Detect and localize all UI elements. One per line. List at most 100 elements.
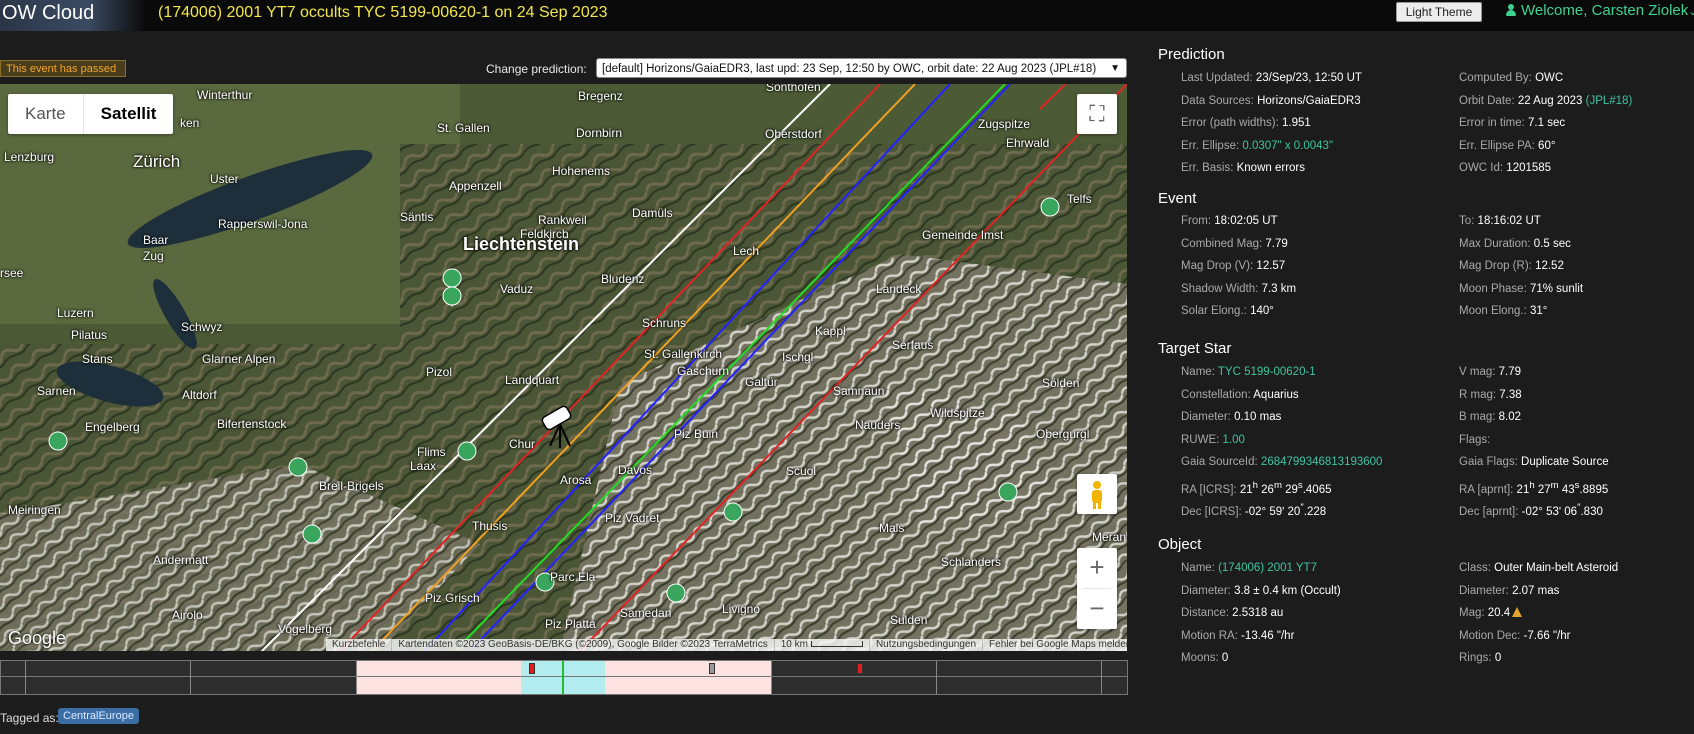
brand-logo[interactable]: OW Cloud	[0, 0, 146, 31]
ruwe-row: RUWE: 1.00	[1181, 434, 1245, 446]
google-logo: Google	[8, 628, 67, 648]
moons-row: Moons: 0	[1181, 652, 1229, 664]
map-label: Zug	[143, 249, 164, 263]
timeline-marker-red[interactable]	[529, 663, 535, 674]
owc-id-row: OWC Id: 1201585	[1459, 162, 1552, 174]
last-updated-row: Last Updated: 23/Sep/23, 12:50 UT	[1181, 72, 1362, 84]
map-label: Airolo	[172, 608, 203, 622]
map-label: Gaschurn	[677, 364, 730, 378]
map-label: Pizol	[426, 365, 453, 379]
gaia-source-link[interactable]: 2684799346813193600	[1261, 456, 1383, 468]
map-label: Uster	[210, 172, 239, 186]
map-label: Lech	[733, 244, 760, 258]
timeline-tick	[1101, 661, 1102, 694]
map-label: Nauders	[855, 418, 901, 432]
map-label: Meran	[1092, 530, 1127, 544]
map-label: Davos	[618, 463, 653, 477]
map-label: Vogelberg	[278, 622, 333, 636]
map-label: Zugspitze	[978, 117, 1031, 131]
keyboard-shortcuts-link[interactable]: Kurzbefehle	[326, 639, 391, 651]
map-label: Sulden	[890, 613, 928, 627]
map-label: Hohenems	[552, 164, 611, 178]
map-attribution: Kurzbefehle Kartendaten ©2023 GeoBasis-D…	[326, 639, 1127, 651]
zoom-out-button[interactable]: −	[1077, 589, 1117, 629]
report-error-link[interactable]: Fehler bei Google Maps melden	[982, 639, 1127, 651]
light-theme-button[interactable]: Light Theme	[1396, 2, 1482, 22]
rings-row: Rings: 0	[1459, 652, 1502, 664]
terms-link[interactable]: Nutzungsbedingungen	[868, 639, 982, 651]
map-label: Parc Ela	[550, 570, 596, 584]
object-diameter-row: Diameter: 3.8 ± 0.4 km (Occult)	[1181, 585, 1341, 597]
star-name-link[interactable]: TYC 5199-00620-1	[1218, 366, 1316, 378]
bmag-row: B mag: 8.02	[1459, 411, 1522, 423]
map-label: Luzern	[57, 306, 94, 320]
object-name-link[interactable]: (174006) 2001 YT7	[1218, 562, 1317, 574]
zoom-in-button[interactable]: +	[1077, 548, 1117, 588]
map-label: Flims	[417, 445, 446, 459]
shadow-width-row: Shadow Width: 7.3 km	[1181, 283, 1297, 295]
tag-badge[interactable]: CentralEurope	[58, 708, 139, 724]
dec-aprnt-row: Dec [aprnt]: -02° 53ʹ 06″.830	[1459, 502, 1603, 518]
map-label: Sonthofen	[766, 84, 821, 94]
event-passed-badge: This event has passed	[0, 60, 126, 77]
dec-icrs-row: Dec [ICRS]: -02° 59ʹ 20″.228	[1181, 502, 1327, 518]
street-view-pegman-icon[interactable]	[1077, 474, 1117, 514]
user-menu[interactable]: Welcome, Carsten Ziolek⌄	[1506, 1, 1694, 22]
satellite-map[interactable]: Zürich Winterthur Liechtenstein St. Gall…	[0, 84, 1127, 651]
map-label: Ischgl	[782, 350, 814, 364]
prediction-select[interactable]: [default] Horizons/GaiaEDR3, last upd: 2…	[596, 58, 1127, 78]
map-label: St. Gallenkirch	[644, 347, 723, 361]
map-label: Gemeinde Imst	[922, 228, 1004, 242]
map-label: Oberstdorf	[765, 127, 822, 141]
object-name-row: Name: (174006) 2001 YT7	[1181, 562, 1317, 574]
timeline-tick	[936, 661, 937, 694]
motion-ra-row: Motion RA: -13.46 "/hr	[1181, 630, 1295, 642]
solar-elong-row: Solar Elong.: 140°	[1181, 305, 1274, 317]
orbit-date-row: Orbit Date: 22 Aug 2023 (JPL#18)	[1459, 95, 1633, 107]
map-scale[interactable]: 10 km	[773, 639, 869, 651]
orbit-jpl-link[interactable]: (JPL#18)	[1586, 95, 1633, 107]
map-label: Glarner Alpen	[202, 352, 276, 366]
map-label: Pilatus	[71, 328, 108, 342]
map-type-toggle[interactable]: Karte Satellit	[8, 94, 174, 134]
error-time-row: Error in time: 7.1 sec	[1459, 117, 1566, 129]
map-label: Samedan	[620, 606, 672, 620]
map-label: Obergurgl	[1036, 427, 1090, 441]
map-label: Rankweil	[538, 213, 587, 227]
timeline-tick	[771, 661, 772, 694]
map-label: Ehrwald	[1006, 136, 1050, 150]
map-label: Rapperswil-Jona	[218, 217, 308, 231]
constellation-row: Constellation: Aquarius	[1181, 389, 1299, 401]
map-label: Landquart	[505, 373, 560, 387]
change-prediction-label: Change prediction:	[486, 62, 587, 76]
gaia-source-row: Gaia SourceId: 2684799346813193600	[1181, 456, 1383, 468]
map-label: St. Gallen	[437, 121, 490, 135]
map-label: ken	[180, 116, 200, 130]
event-timeline[interactable]	[0, 660, 1128, 695]
chevron-down-icon: ▼	[1110, 63, 1120, 74]
star-name-row: Name: TYC 5199-00620-1	[1181, 366, 1316, 378]
map-label: Landeck	[876, 282, 922, 296]
map-type-satellite-button[interactable]: Satellit	[82, 94, 174, 134]
object-heading: Object	[1158, 536, 1202, 553]
top-bar: OW Cloud (174006) 2001 YT7 occults TYC 5…	[0, 0, 1694, 31]
pegman-icon	[1092, 481, 1102, 509]
map-label: Feldkirch	[520, 227, 569, 241]
map-label: Schlanders	[941, 555, 1002, 569]
err-ellipse-link[interactable]: 0.0307" x 0.0043"	[1242, 140, 1333, 152]
event-heading: Event	[1158, 190, 1197, 207]
ruwe-link[interactable]: 1.00	[1223, 434, 1245, 446]
timeline-marker-grey[interactable]	[709, 663, 715, 674]
map-label: Thusis	[472, 519, 508, 533]
map-label: Engelberg	[85, 420, 140, 434]
warning-icon[interactable]	[1512, 607, 1523, 617]
map-type-map-button[interactable]: Karte	[8, 94, 83, 134]
map-label: Zürich	[133, 152, 181, 171]
map-label: Baar	[143, 233, 169, 247]
timeline-tick	[356, 661, 357, 694]
ra-aprnt-row: RA [aprnt]: 21h 27m 43s.8895	[1459, 480, 1609, 496]
err-basis-row: Err. Basis: Known errors	[1181, 162, 1305, 174]
timeline-marker-red[interactable]	[857, 663, 863, 674]
fullscreen-button[interactable]: ⛶	[1077, 94, 1117, 134]
computed-by-row: Computed By: OWC	[1459, 72, 1564, 84]
